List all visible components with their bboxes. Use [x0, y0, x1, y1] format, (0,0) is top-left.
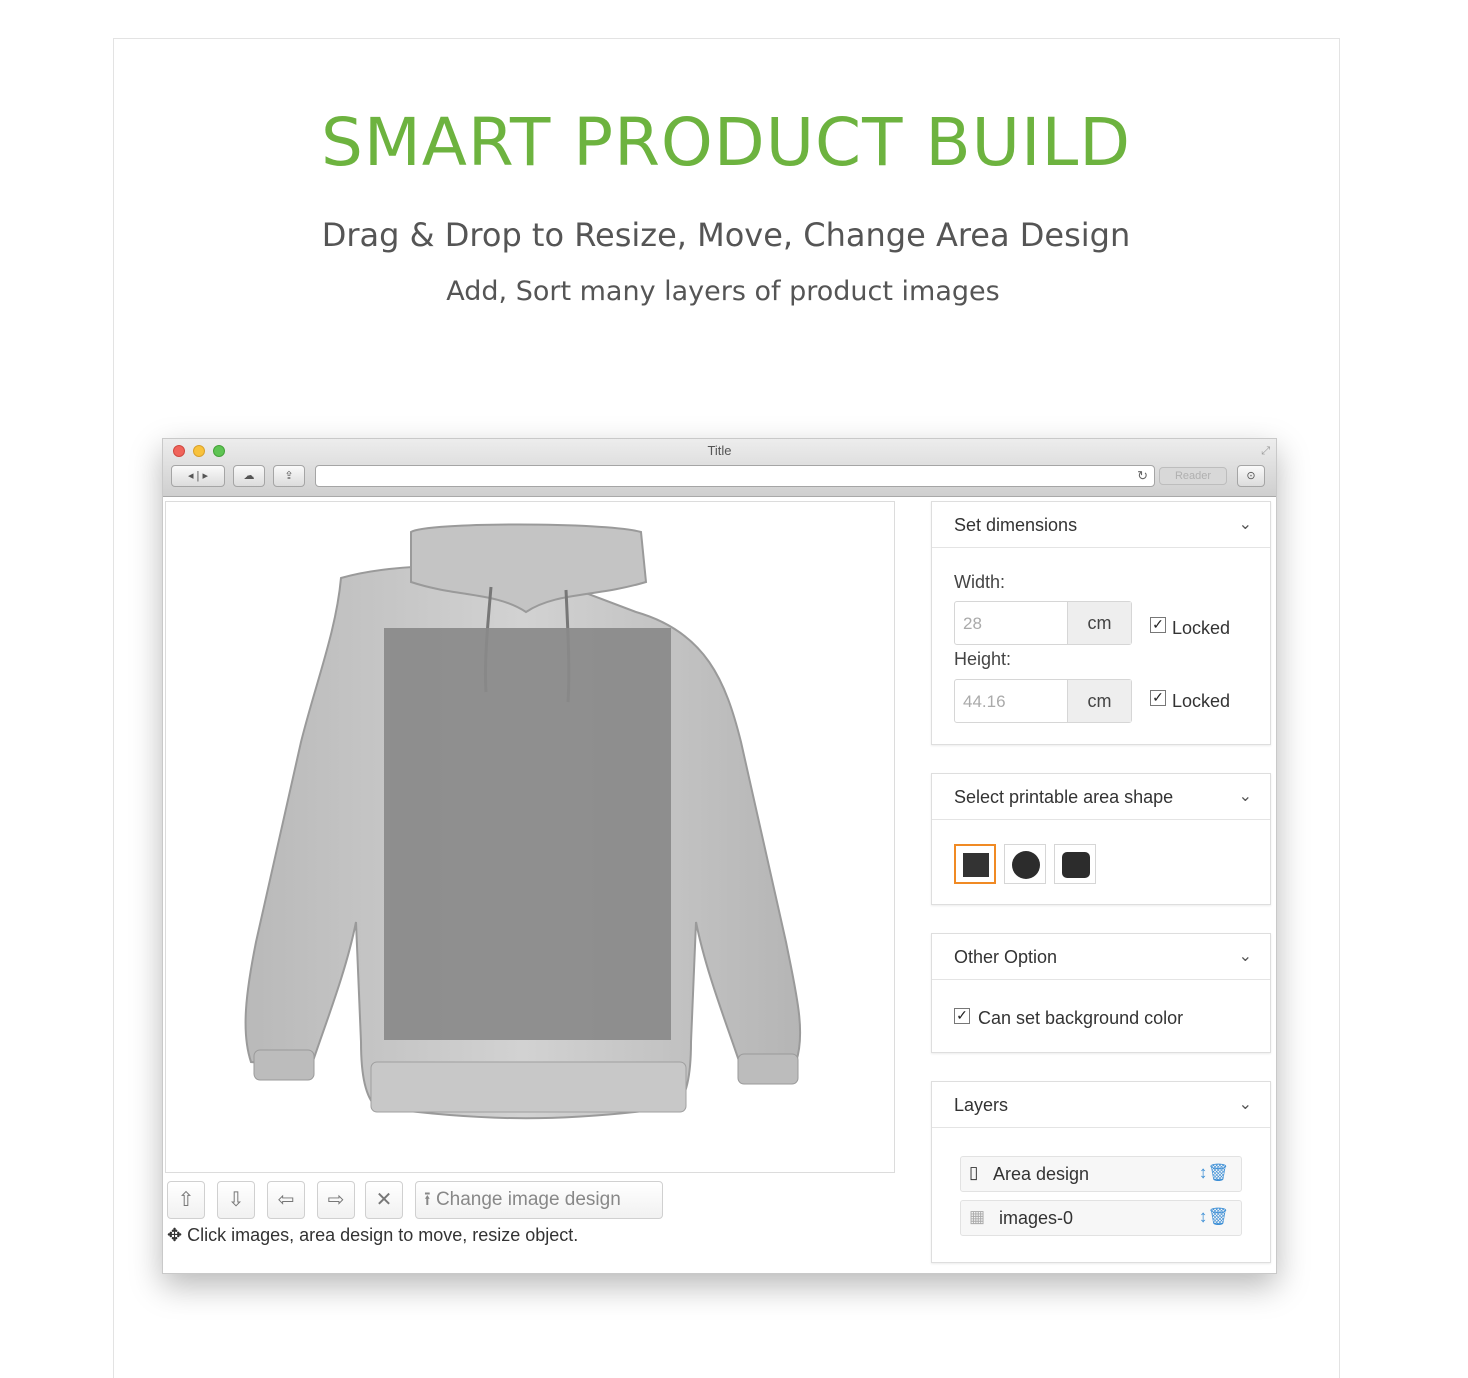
height-locked-label: Locked: [1172, 691, 1231, 711]
downloads-button[interactable]: ⊙: [1237, 465, 1265, 487]
height-label: Height:: [954, 649, 1012, 669]
image-icon: ▦: [969, 1207, 986, 1226]
layers-panel-title: Layers: [954, 1095, 1009, 1115]
width-field[interactable]: 28 cm: [954, 601, 1132, 645]
share-icon: ⇪: [284, 470, 294, 482]
trash-icon[interactable]: 🗑: [1207, 1163, 1229, 1182]
collapse-icon: ✕: [375, 1189, 393, 1211]
cloud-icon: ☁: [243, 470, 255, 482]
other-option-panel-title: Other Option: [954, 947, 1058, 967]
height-field[interactable]: 44.16 cm: [954, 679, 1132, 723]
width-unit: cm: [1067, 602, 1131, 644]
arrow-left-icon: ⇦: [277, 1189, 295, 1211]
arrow-up-icon: ⇧: [177, 1189, 195, 1211]
square-shape-option[interactable]: [954, 844, 996, 884]
reader-button[interactable]: Reader: [1159, 467, 1227, 485]
chevron-down-icon[interactable]: ⌄: [1239, 1082, 1252, 1128]
rounded-square-icon: [1062, 852, 1090, 878]
shape-panel-title: Select printable area shape: [954, 787, 1174, 807]
width-value: 28: [963, 614, 982, 633]
canvas-hint: ✥ Click images, area design to move, res…: [167, 1225, 578, 1246]
change-image-button[interactable]: ⭱ Change image design: [415, 1181, 663, 1219]
move-right-button[interactable]: ⇨: [317, 1181, 355, 1219]
trash-icon[interactable]: 🗑: [1207, 1207, 1229, 1226]
rounded-square-shape-option[interactable]: [1054, 844, 1096, 884]
dimensions-panel-header[interactable]: Set dimensions ⌄: [932, 502, 1270, 548]
address-bar[interactable]: ↻: [315, 465, 1155, 487]
chevron-down-icon[interactable]: ⌄: [1239, 502, 1252, 548]
bg-color-label: Can set background color: [978, 1008, 1184, 1028]
width-locked-checkbox[interactable]: ✓: [1150, 617, 1166, 633]
layers-panel: Layers ⌄ ▯ Area design ↕🗑 ▦ images-0 ↕🗑: [931, 1081, 1271, 1263]
canvas-hint-text: Click images, area design to move, resiz…: [187, 1225, 579, 1245]
fit-button[interactable]: ✕: [365, 1181, 403, 1219]
fullscreen-icon[interactable]: ⤢: [1261, 445, 1270, 458]
chevron-down-icon[interactable]: ⌄: [1239, 774, 1252, 820]
design-canvas[interactable]: [165, 501, 895, 1173]
circle-shape-option[interactable]: [1004, 844, 1046, 884]
layer-label: images-0: [999, 1208, 1074, 1228]
page-subtitle-secondary: Add, Sort many layers of product images: [446, 276, 1000, 307]
reload-icon[interactable]: ↻: [1137, 468, 1148, 484]
browser-toolbar: Title ⤢ ◂ | ▸ ☁ ⇪ ↻ Reader ⊙: [163, 439, 1276, 497]
cloud-button[interactable]: ☁: [233, 465, 265, 487]
page-subtitle: Drag & Drop to Resize, Move, Change Area…: [321, 216, 1131, 254]
move-up-button[interactable]: ⇧: [167, 1181, 205, 1219]
layer-label: Area design: [993, 1164, 1090, 1184]
dimensions-panel-title: Set dimensions: [954, 515, 1078, 535]
layer-item[interactable]: ▦ images-0 ↕🗑: [960, 1200, 1242, 1236]
move-left-button[interactable]: ⇦: [267, 1181, 305, 1219]
move-icon: ✥: [167, 1225, 183, 1245]
width-locked-label: Locked: [1172, 618, 1231, 638]
window-title: Title: [707, 443, 732, 458]
move-down-button[interactable]: ⇩: [217, 1181, 255, 1219]
shape-panel: Select printable area shape ⌄: [931, 773, 1271, 905]
shape-panel-header[interactable]: Select printable area shape ⌄: [932, 774, 1270, 820]
height-unit: cm: [1067, 680, 1131, 722]
chevron-down-icon[interactable]: ⌄: [1239, 934, 1252, 980]
change-image-label: Change image design: [435, 1189, 621, 1210]
height-value: 44.16: [963, 692, 1006, 711]
bg-color-checkbox[interactable]: ✓: [954, 1008, 970, 1024]
circle-icon: [1012, 851, 1040, 879]
download-icon: ⊙: [1246, 470, 1256, 482]
other-option-panel-header[interactable]: Other Option ⌄: [932, 934, 1270, 980]
printable-area[interactable]: [384, 628, 671, 1040]
dimensions-panel: Set dimensions ⌄ Width: 28 cm ✓ Locked H…: [931, 501, 1271, 745]
back-icon[interactable]: ◂: [188, 470, 194, 482]
layers-panel-header[interactable]: Layers ⌄: [932, 1082, 1270, 1128]
share-button[interactable]: ⇪: [273, 465, 305, 487]
square-icon: [963, 853, 989, 877]
arrow-down-icon: ⇩: [227, 1189, 245, 1211]
layer-actions: ↕🗑: [1199, 1163, 1229, 1183]
browser-window: Title ⤢ ◂ | ▸ ☁ ⇪ ↻ Reader ⊙ ⇧ ⇩ ⇦ ⇨ ✕ ⭱…: [162, 438, 1277, 1274]
height-locked-checkbox[interactable]: ✓: [1150, 690, 1166, 706]
layer-item[interactable]: ▯ Area design ↕🗑: [960, 1156, 1242, 1192]
width-label: Width:: [954, 572, 1006, 592]
arrow-right-icon: ⇨: [327, 1189, 345, 1211]
clipboard-icon: ▯: [969, 1163, 979, 1182]
back-forward-button[interactable]: ◂ | ▸: [171, 465, 225, 487]
page-title: SMART PRODUCT BUILD: [320, 104, 1132, 181]
layer-actions: ↕🗑: [1199, 1207, 1229, 1227]
other-option-panel: Other Option ⌄ ✓ Can set background colo…: [931, 933, 1271, 1053]
upload-icon: ⭱: [424, 1189, 431, 1210]
forward-icon[interactable]: ▸: [202, 470, 208, 482]
